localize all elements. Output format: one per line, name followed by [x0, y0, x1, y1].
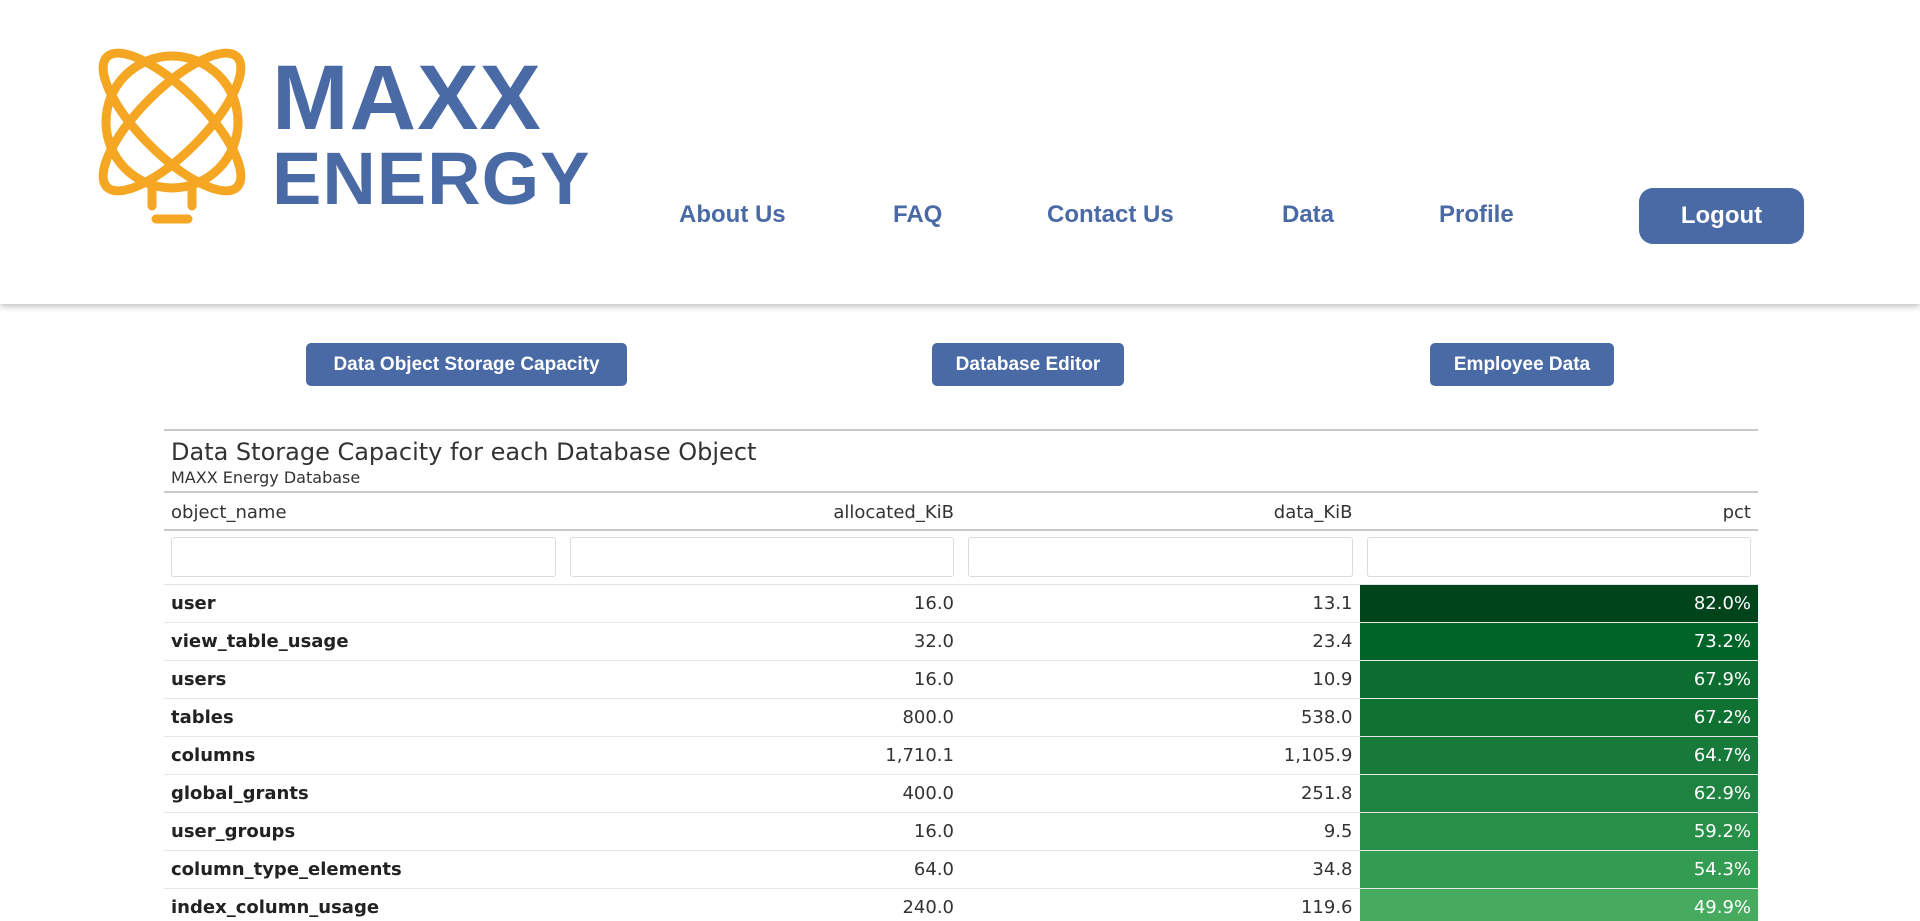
- storage-capacity-button[interactable]: Data Object Storage Capacity: [306, 343, 627, 386]
- employee-data-button[interactable]: Employee Data: [1430, 343, 1614, 386]
- allocated-kib-cell: 32.0: [913, 631, 954, 652]
- column-header-data-kib[interactable]: data_KiB: [961, 493, 1360, 529]
- pct-cell: 54.3%: [1359, 851, 1758, 888]
- pct-cell: 67.2%: [1359, 699, 1758, 736]
- allocated-kib-cell: 800.0: [902, 707, 954, 728]
- table-row: users 16.0 10.9 67.9%: [164, 661, 1758, 699]
- data-kib-cell: 9.5: [1323, 821, 1353, 842]
- filter-input-allocated-kib[interactable]: [569, 537, 954, 577]
- table-row: column_type_elements 64.0 34.8 54.3%: [164, 851, 1758, 889]
- nav-data[interactable]: Data: [1282, 201, 1334, 229]
- pct-cell: 73.2%: [1359, 623, 1758, 660]
- column-header-allocated-kib[interactable]: allocated_KiB: [563, 493, 962, 529]
- data-kib-cell: 538.0: [1300, 707, 1353, 728]
- brand-name-line1: MAXX: [272, 47, 542, 149]
- filter-input-pct[interactable]: [1366, 537, 1751, 577]
- filter-input-object-name[interactable]: [171, 537, 556, 577]
- object-name-cell: view_table_usage: [171, 631, 349, 652]
- filter-cell: [164, 531, 563, 584]
- data-kib-cell: 34.8: [1312, 859, 1353, 880]
- allocated-kib-cell: 64.0: [913, 859, 954, 880]
- table-row: index_column_usage 240.0 119.6 49.9%: [164, 889, 1758, 921]
- filter-cell: [961, 531, 1360, 584]
- allocated-kib-cell: 16.0: [913, 593, 954, 614]
- table-header-row: object_name allocated_KiB data_KiB pct: [164, 493, 1758, 531]
- object-name-cell: user: [171, 593, 216, 614]
- pct-cell: 64.7%: [1359, 737, 1758, 774]
- data-kib-cell: 1,105.9: [1283, 745, 1353, 766]
- column-header-pct[interactable]: pct: [1360, 493, 1759, 529]
- filter-row: [164, 531, 1758, 585]
- object-name-cell: users: [171, 669, 227, 690]
- object-name-cell: global_grants: [171, 783, 309, 804]
- object-name-cell: columns: [171, 745, 256, 766]
- main-nav: About Us FAQ Contact Us Data Profile Log…: [0, 188, 1920, 244]
- table-row: global_grants 400.0 251.8 62.9%: [164, 775, 1758, 813]
- object-name-cell: user_groups: [171, 821, 296, 842]
- allocated-kib-cell: 16.0: [913, 821, 954, 842]
- object-name-cell: tables: [171, 707, 234, 728]
- storage-table: Data Storage Capacity for each Database …: [164, 429, 1758, 921]
- table-row: view_table_usage 32.0 23.4 73.2%: [164, 623, 1758, 661]
- pct-cell: 67.9%: [1359, 661, 1758, 698]
- filter-cell: [563, 531, 962, 584]
- table-title: Data Storage Capacity for each Database …: [171, 438, 757, 466]
- pct-cell: 49.9%: [1359, 889, 1758, 921]
- table-body: user 16.0 13.1 82.0% view_table_usage 32.0 23.…: [164, 585, 1758, 921]
- filter-cell: [1360, 531, 1759, 584]
- pct-cell: 82.0%: [1359, 585, 1758, 622]
- object-name-cell: index_column_usage: [171, 897, 380, 918]
- table-row: columns 1,710.1 1,105.9 64.7%: [164, 737, 1758, 775]
- data-kib-cell: 10.9: [1312, 669, 1353, 690]
- data-kib-cell: 23.4: [1312, 631, 1353, 652]
- nav-profile[interactable]: Profile: [1439, 201, 1514, 229]
- object-name-cell: column_type_elements: [171, 859, 402, 880]
- data-kib-cell: 13.1: [1312, 593, 1353, 614]
- allocated-kib-cell: 240.0: [902, 897, 954, 918]
- nav-about-us[interactable]: About Us: [679, 201, 786, 229]
- logout-button[interactable]: Logout: [1639, 188, 1804, 244]
- table-subtitle: MAXX Energy Database: [171, 468, 361, 487]
- table-row: tables 800.0 538.0 67.2%: [164, 699, 1758, 737]
- database-editor-button[interactable]: Database Editor: [932, 343, 1124, 386]
- column-header-object-name[interactable]: object_name: [164, 493, 563, 529]
- filter-input-data-kib[interactable]: [968, 537, 1353, 577]
- nav-contact-us[interactable]: Contact Us: [1047, 201, 1174, 229]
- table-caption: Data Storage Capacity for each Database …: [164, 429, 1758, 493]
- pct-cell: 62.9%: [1359, 775, 1758, 812]
- site-header: MAXX ENERGY About Us FAQ Contact Us Data…: [0, 0, 1920, 304]
- nav-faq[interactable]: FAQ: [893, 201, 942, 229]
- table-row: user 16.0 13.1 82.0%: [164, 585, 1758, 623]
- pct-cell: 59.2%: [1359, 813, 1758, 850]
- allocated-kib-cell: 400.0: [902, 783, 954, 804]
- allocated-kib-cell: 1,710.1: [885, 745, 954, 766]
- allocated-kib-cell: 16.0: [913, 669, 954, 690]
- data-kib-cell: 119.6: [1300, 897, 1353, 918]
- data-kib-cell: 251.8: [1300, 783, 1353, 804]
- table-row: user_groups 16.0 9.5 59.2%: [164, 813, 1758, 851]
